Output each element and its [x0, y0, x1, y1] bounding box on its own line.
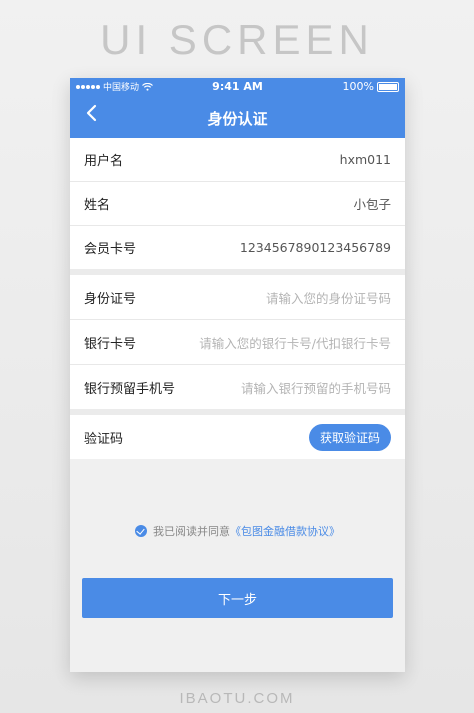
- member-card-label: 会员卡号: [84, 242, 137, 257]
- battery-percent: 100%: [342, 80, 374, 93]
- id-number-label: 身份证号: [84, 291, 137, 307]
- verify-group: 验证码 获取验证码: [70, 415, 405, 459]
- id-number-input[interactable]: 请输入您的身份证号码: [266, 288, 391, 307]
- verify-code-label: 验证码: [84, 431, 124, 447]
- footer-brand: IBAOTU.COM: [179, 690, 295, 707]
- top-bar: 中国移动 9:41 AM 100% 身份认证: [70, 78, 405, 138]
- reserved-phone-label: 银行预留手机号: [84, 381, 176, 397]
- status-bar: 中国移动 9:41 AM 100%: [70, 78, 405, 96]
- member-card-row: 会员卡号 123456789012345678​9: [70, 226, 405, 269]
- battery-icon: [377, 81, 399, 92]
- account-info-group: 用户名 hxm011 姓名 小包子 会员卡号 12345678901234567…: [70, 138, 405, 269]
- username-value: hxm011: [339, 152, 391, 167]
- member-card-value: 123456789012345678​9: [239, 240, 391, 255]
- status-right: 100%: [343, 80, 399, 93]
- agreement-link[interactable]: 《包图金融借款协议》: [230, 523, 340, 539]
- name-label: 姓名: [84, 198, 111, 213]
- get-code-button[interactable]: 获取验证码: [309, 423, 391, 451]
- name-row: 姓名 小包子: [70, 182, 405, 226]
- username-label: 用户名: [84, 154, 124, 169]
- banner-title: UI SCREEN: [100, 16, 374, 63]
- id-number-row[interactable]: 身份证号 请输入您的身份证号码: [70, 275, 405, 320]
- verify-code-row[interactable]: 验证码 获取验证码: [70, 415, 405, 459]
- bank-info-group: 身份证号 请输入您的身份证号码 银行卡号 请输入您的银行卡号/代扣银行卡号 银行…: [70, 275, 405, 409]
- name-value: 小包子: [353, 197, 391, 212]
- bank-card-input[interactable]: 请输入您的银行卡号/代扣银行卡号: [199, 333, 391, 352]
- bank-card-label: 银行卡号: [84, 336, 137, 352]
- reserved-phone-row[interactable]: 银行预留手机号 请输入银行预留的手机号码: [70, 365, 405, 409]
- phone-screen: 中国移动 9:41 AM 100% 身份认证 用户名 hxm011 姓名 小包子…: [70, 78, 405, 672]
- reserved-phone-input[interactable]: 请输入银行预留的手机号码: [241, 378, 391, 397]
- page-title: 身份认证: [207, 110, 268, 128]
- next-step-button[interactable]: 下一步: [82, 578, 393, 618]
- agreement-prefix: 我已阅读并同意: [153, 525, 230, 538]
- checkbox-checked-icon[interactable]: [135, 525, 147, 537]
- bank-card-row[interactable]: 银行卡号 请输入您的银行卡号/代扣银行卡号: [70, 320, 405, 365]
- username-row: 用户名 hxm011: [70, 138, 405, 182]
- agreement-line: 我已阅读并同意 《包图金融借款协议》: [70, 523, 405, 539]
- nav-bar: 身份认证: [70, 96, 405, 138]
